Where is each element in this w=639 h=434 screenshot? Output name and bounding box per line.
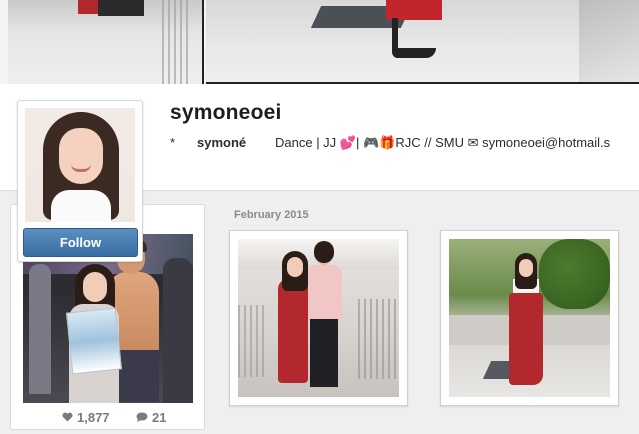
avatar-card: Follow	[17, 100, 143, 262]
cover-photo-strip	[0, 0, 639, 84]
like-count: 1,877	[77, 410, 110, 425]
cover-photo-left[interactable]	[8, 0, 204, 84]
comment-count: 21	[152, 410, 167, 425]
profile-bio-row: * symoné Dance | JJ 💕| 🎮🎁RJC // SMU ✉ sy…	[170, 135, 639, 153]
post-photo[interactable]	[229, 230, 408, 406]
comment-icon[interactable]	[136, 412, 148, 422]
month-header: February 2015	[234, 209, 309, 221]
profile-bio: Dance | JJ 💕| 🎮🎁RJC // SMU ✉ symoneoei@h…	[275, 135, 611, 150]
avatar[interactable]	[25, 108, 135, 222]
bullet-marker: *	[170, 135, 176, 150]
post-photo[interactable]	[440, 230, 619, 406]
profile-username: symoneoei	[170, 101, 282, 124]
profile-header: Follow symoneoei * symoné Dance | JJ 💕| …	[0, 84, 639, 262]
post-stats: 1,877 21	[11, 410, 206, 425]
follow-button[interactable]: Follow	[23, 228, 138, 257]
profile-full-name: symoné	[197, 135, 247, 150]
heart-icon[interactable]	[62, 412, 73, 422]
cover-photo-right[interactable]	[206, 0, 639, 84]
